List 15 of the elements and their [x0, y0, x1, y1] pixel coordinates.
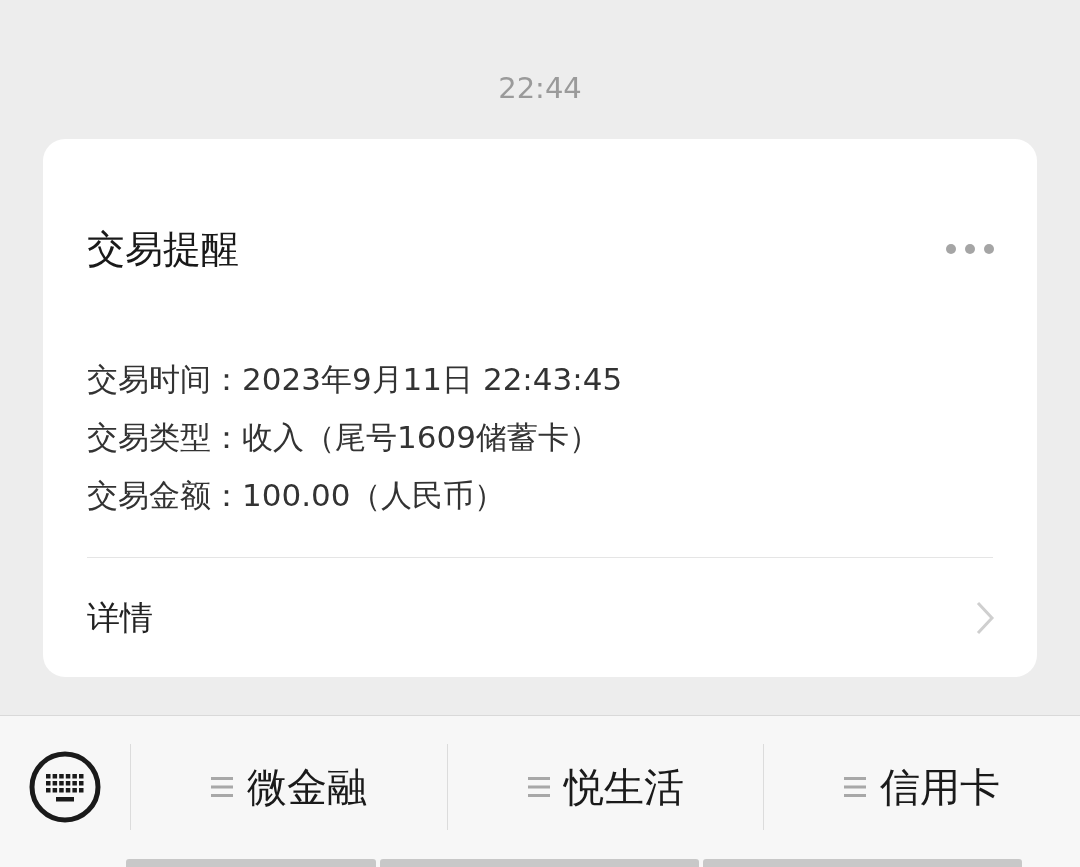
details-link[interactable]: 详情: [87, 595, 153, 640]
keyboard-icon[interactable]: [28, 750, 102, 824]
chevron-right-icon[interactable]: [975, 599, 995, 636]
transaction-detail: 交易时间：2023年9月11日 22:43:45: [87, 360, 624, 399]
menu-button[interactable]: 微金融: [210, 762, 367, 812]
menu-icon: [210, 776, 233, 798]
card-title: 交易提醒: [87, 226, 239, 273]
menu-icon: [844, 776, 867, 798]
menu-icon: [527, 776, 550, 798]
menu-button[interactable]: 悦生活: [527, 762, 684, 812]
message-time: 22:44: [498, 70, 582, 106]
menu-button[interactable]: 信用卡: [844, 762, 1001, 812]
transaction-detail: 交易金额：100.00（人民币）: [87, 476, 507, 515]
more-icon[interactable]: [945, 243, 995, 255]
transaction-detail: 交易类型：收入（尾号1609储蓄卡）: [87, 418, 601, 457]
